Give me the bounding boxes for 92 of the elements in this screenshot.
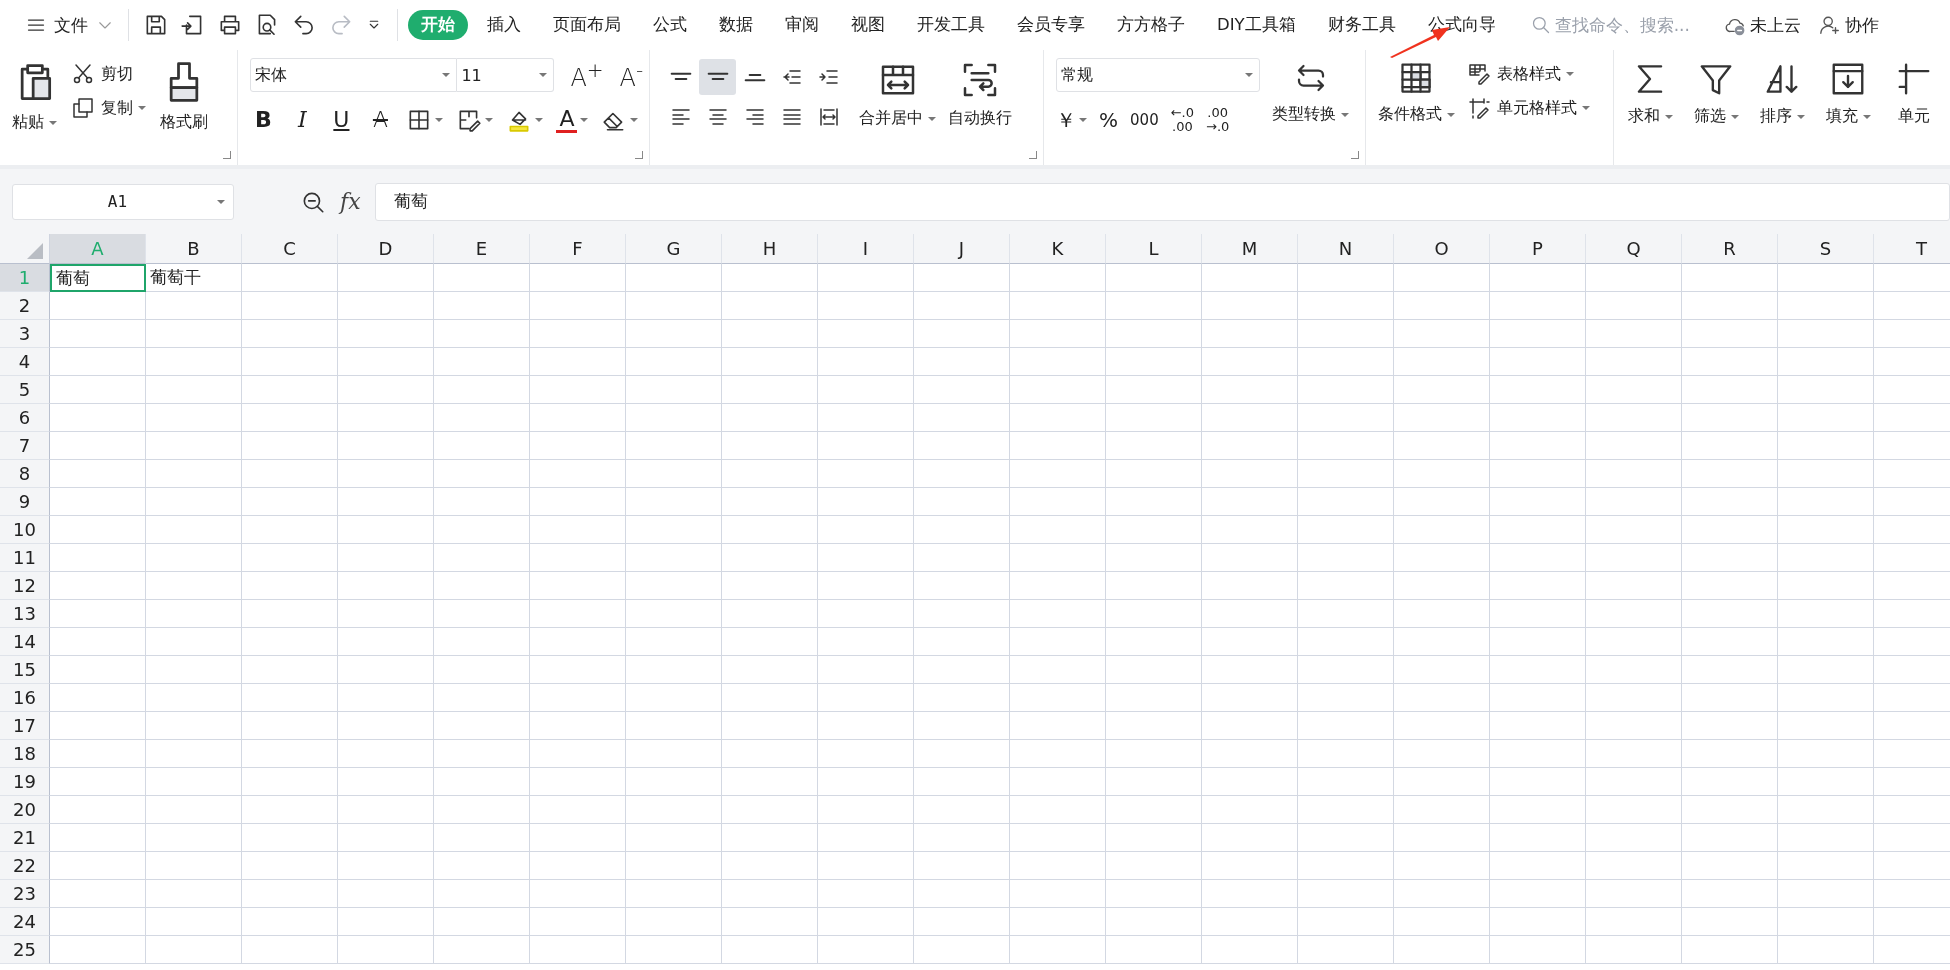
row-header[interactable]: 15 <box>0 656 50 684</box>
row-header[interactable]: 11 <box>0 544 50 572</box>
ribbon-tab[interactable]: 页面布局 <box>540 10 634 40</box>
ribbon-tab[interactable]: 数据 <box>706 10 766 40</box>
formula-field[interactable]: 葡萄 <box>374 182 1950 221</box>
font-color-button[interactable]: A <box>556 107 578 133</box>
row-header[interactable]: 12 <box>0 572 50 600</box>
ribbon-tab[interactable]: 方方格子 <box>1104 10 1198 40</box>
table-style-button[interactable]: 表格样式 <box>1466 62 1590 86</box>
table-cell: 葡萄 <box>50 264 146 292</box>
column-header[interactable]: I <box>818 234 914 264</box>
ribbon-tab[interactable]: 公式 <box>640 10 700 40</box>
thousands-button[interactable]: 000 <box>1130 112 1159 128</box>
cell-button[interactable]: 单元 <box>1890 56 1938 127</box>
insert-function-button[interactable]: fx <box>340 189 361 214</box>
column-header[interactable]: M <box>1202 234 1298 264</box>
underline-button[interactable]: U <box>328 109 355 131</box>
filter-button[interactable]: 筛选 <box>1692 56 1740 127</box>
row-header[interactable]: 6 <box>0 404 50 432</box>
ribbon-tab[interactable]: 财务工具 <box>1314 10 1409 40</box>
paste-button[interactable]: 粘贴 <box>12 56 57 133</box>
column-header[interactable]: T <box>1874 234 1950 264</box>
column-header[interactable]: F <box>530 234 626 264</box>
decrease-decimal-button[interactable]: .00 →.0 <box>1206 106 1230 134</box>
row-header[interactable]: 20 <box>0 796 50 824</box>
conditional-format-button[interactable]: 条件格式 <box>1377 56 1455 125</box>
bold-button[interactable]: B <box>250 109 277 131</box>
name-box[interactable]: A1 <box>12 183 234 220</box>
ribbon-tab[interactable]: DIY工具箱 <box>1204 10 1309 40</box>
row-header[interactable]: 19 <box>0 768 50 796</box>
cell-style-button[interactable]: 单元格样式 <box>1466 96 1590 120</box>
column-header[interactable]: K <box>1010 234 1106 264</box>
column-header[interactable]: B <box>146 234 242 264</box>
column-header[interactable]: Q <box>1586 234 1682 264</box>
ribbon-tab[interactable]: 审阅 <box>772 10 832 40</box>
column-header[interactable]: P <box>1490 234 1586 264</box>
fill-button[interactable]: 填充 <box>1824 56 1872 127</box>
row-header[interactable]: 5 <box>0 376 50 404</box>
font-size-dropdown[interactable]: 11 <box>457 58 555 92</box>
column-header[interactable]: N <box>1298 234 1394 264</box>
column-header[interactable]: E <box>434 234 530 264</box>
italic-button[interactable]: I <box>289 109 316 131</box>
increase-decimal-button[interactable]: ←.0 .00 <box>1170 106 1194 134</box>
format-painter-button[interactable]: 格式刷 <box>160 56 208 133</box>
merge-center-button[interactable]: 合并居中 <box>859 56 937 129</box>
row-header[interactable]: 23 <box>0 880 50 908</box>
column-header[interactable]: J <box>914 234 1010 264</box>
row-header[interactable]: 18 <box>0 740 50 768</box>
file-menu[interactable]: 文件 <box>20 9 120 41</box>
row-header[interactable]: 14 <box>0 628 50 656</box>
row-header[interactable]: 16 <box>0 684 50 712</box>
row-header[interactable]: 7 <box>0 432 50 460</box>
ribbon-tab[interactable]: 插入 <box>474 10 534 40</box>
ribbon-tab[interactable]: 视图 <box>838 10 898 40</box>
row-header[interactable]: 24 <box>0 908 50 936</box>
number-format-dropdown[interactable]: 常规 <box>1056 58 1261 92</box>
strike-button[interactable]: A <box>367 109 394 131</box>
row-header[interactable]: 4 <box>0 348 50 376</box>
column-header[interactable]: S <box>1778 234 1874 264</box>
column-header[interactable]: R <box>1682 234 1778 264</box>
row-header[interactable]: 25 <box>0 936 50 964</box>
currency-button[interactable]: ￥ <box>1056 110 1077 130</box>
row-header[interactable]: 13 <box>0 600 50 628</box>
column-header[interactable]: H <box>722 234 818 264</box>
row-header[interactable]: 22 <box>0 852 50 880</box>
column-header[interactable]: O <box>1394 234 1490 264</box>
ribbon-tab[interactable]: 开发工具 <box>904 10 998 40</box>
copy-button[interactable]: 复制 <box>71 96 146 120</box>
convert-type-button[interactable]: 类型转换 <box>1272 56 1350 125</box>
cut-button[interactable]: 剪切 <box>71 62 146 86</box>
row-header[interactable]: 3 <box>0 320 50 348</box>
row-header[interactable]: 8 <box>0 460 50 488</box>
collaborate-button[interactable]: 协作 <box>1818 13 1879 37</box>
grow-font-button[interactable]: A$^{+}$ <box>570 60 604 90</box>
row-header[interactable]: 17 <box>0 712 50 740</box>
percent-button[interactable]: % <box>1099 110 1119 130</box>
table-cell-text: 葡萄干 <box>149 266 202 289</box>
sort-button[interactable]: 排序 <box>1758 56 1806 127</box>
wrap-text-button[interactable]: 自动换行 <box>948 56 1013 129</box>
shrink-font-button[interactable]: A$^{-}$ <box>619 60 644 90</box>
row-header[interactable]: 2 <box>0 292 50 320</box>
row-header[interactable]: 9 <box>0 488 50 516</box>
column-header[interactable]: C <box>242 234 338 264</box>
row-header[interactable]: 10 <box>0 516 50 544</box>
row-header[interactable]: 21 <box>0 824 50 852</box>
cloud-button[interactable]: 未上云 <box>1723 13 1801 37</box>
ribbon-tab[interactable]: 会员专享 <box>1004 10 1098 40</box>
sum-button[interactable]: 求和 <box>1626 56 1674 127</box>
column-header[interactable]: G <box>626 234 722 264</box>
column-header[interactable]: L <box>1106 234 1202 264</box>
column-header[interactable]: D <box>338 234 434 264</box>
font-name-dropdown[interactable]: 宋体 <box>250 58 458 92</box>
